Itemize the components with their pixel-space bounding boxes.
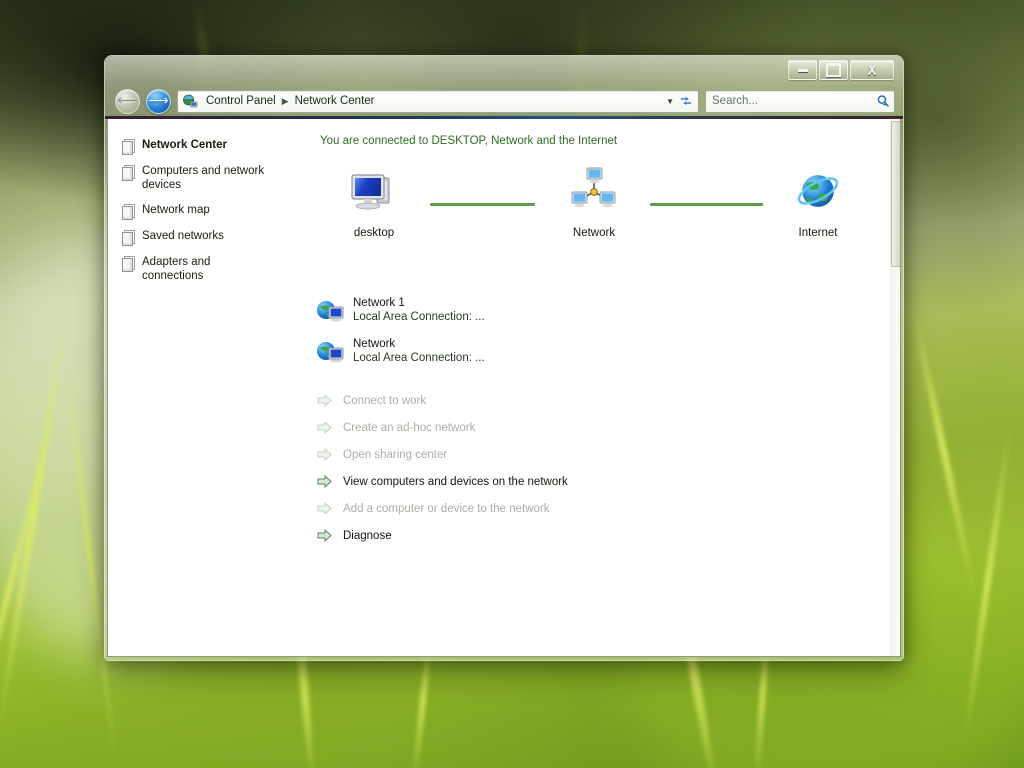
- vertical-scrollbar[interactable]: [890, 119, 900, 656]
- sidebar-item-adapters-and-connections[interactable]: Adapters and connections: [122, 255, 308, 283]
- page-icon: [122, 139, 135, 155]
- search-input[interactable]: [712, 95, 876, 107]
- address-bar-tools: ▼: [666, 94, 696, 108]
- network-node-internet[interactable]: Internet: [758, 163, 878, 239]
- sidebar: Network Center Computers and network dev…: [108, 119, 314, 656]
- arrow-right-icon: [317, 448, 332, 461]
- task-link-open-sharing-center[interactable]: Open sharing center: [314, 441, 900, 468]
- address-bar[interactable]: Control Panel ▶ Network Center ▼: [177, 89, 699, 113]
- back-button[interactable]: ⟵: [115, 88, 140, 114]
- window-caption-buttons: X: [788, 60, 894, 80]
- network-node-network[interactable]: Network: [534, 163, 654, 239]
- window-titlebar: X: [105, 56, 903, 86]
- connection-status-text: You are connected to DESKTOP, Network an…: [320, 135, 618, 147]
- task-link-diagnose[interactable]: Diagnose: [314, 522, 900, 549]
- arrow-right-icon: [317, 394, 332, 407]
- network-list-item-text: Network Local Area Connection: ...: [353, 338, 485, 365]
- task-link-label: Add a computer or device to the network: [343, 502, 550, 515]
- page-icon: [122, 230, 135, 246]
- sidebar-item-saved-networks[interactable]: Saved networks: [122, 229, 308, 246]
- maximize-button[interactable]: [819, 60, 848, 80]
- connection-link-network-internet: [650, 203, 763, 206]
- sidebar-item-network-center[interactable]: Network Center: [122, 138, 308, 155]
- sidebar-item-label: Saved networks: [142, 230, 224, 242]
- network-hub-icon: [534, 163, 654, 219]
- arrow-right-icon: [317, 421, 332, 434]
- network-list-item-text: Network 1 Local Area Connection: ...: [353, 297, 485, 324]
- sidebar-item-label: Computers and network devices: [142, 165, 265, 191]
- arrow-right-icon: [317, 475, 332, 488]
- network-detail: Local Area Connection: ...: [353, 351, 485, 364]
- back-arrow-icon: ⟵: [117, 93, 138, 109]
- task-link-label: Open sharing center: [343, 448, 448, 461]
- network-list-item[interactable]: Network Local Area Connection: ...: [314, 334, 900, 369]
- network-node-label: Network: [572, 227, 616, 239]
- sidebar-item-computers-and-network-devices[interactable]: Computers and network devices: [122, 164, 308, 192]
- network-detail: Local Area Connection: ...: [353, 310, 485, 323]
- computer-monitor-icon: [314, 163, 434, 219]
- network-node-label: desktop: [353, 227, 395, 239]
- sidebar-item-label: Adapters and connections: [142, 256, 211, 282]
- main-content: You are connected to DESKTOP, Network an…: [314, 119, 900, 656]
- chevron-down-icon[interactable]: ▼: [666, 97, 674, 106]
- network-center-window: X ⟵ ⟶ Control Panel ▶ Network Center ▼ S…: [105, 56, 903, 660]
- refresh-icon[interactable]: [679, 94, 693, 108]
- network-node-desktop[interactable]: desktop: [314, 163, 434, 239]
- arrow-right-icon: [317, 502, 332, 515]
- search-icon[interactable]: [876, 94, 890, 108]
- globe-internet-icon: [758, 163, 878, 219]
- network-globe-icon: [183, 94, 198, 107]
- forward-arrow-icon: ⟶: [148, 93, 169, 109]
- connection-link-desktop-network: [430, 203, 535, 206]
- breadcrumb-item-network-center[interactable]: Network Center: [292, 94, 378, 108]
- desktop-wallpaper: X ⟵ ⟶ Control Panel ▶ Network Center ▼ S…: [0, 0, 1024, 768]
- forward-button[interactable]: ⟶: [146, 88, 171, 114]
- network-connection-icon: [317, 300, 344, 322]
- network-connection-icon: [317, 341, 344, 363]
- task-link-label: Create an ad-hoc network: [343, 421, 476, 434]
- task-link-create-ad-hoc-network[interactable]: Create an ad-hoc network: [314, 414, 900, 441]
- minimize-button[interactable]: [788, 60, 817, 80]
- task-link-view-computers-and-devices[interactable]: View computers and devices on the networ…: [314, 468, 900, 495]
- network-map-diagram: desktop Network Internet: [314, 163, 900, 279]
- maximize-icon: [826, 63, 841, 77]
- arrow-right-icon: [317, 529, 332, 542]
- page-icon: [122, 204, 135, 220]
- page-icon: [122, 256, 135, 272]
- search-box[interactable]: [705, 89, 895, 113]
- sidebar-item-label: Network Center: [142, 139, 227, 151]
- task-link-list: Connect to work Create an ad-hoc network…: [314, 387, 900, 549]
- breadcrumb-separator-icon: ▶: [281, 95, 289, 106]
- task-link-add-computer-or-device[interactable]: Add a computer or device to the network: [314, 495, 900, 522]
- window-client-area: Network Center Computers and network dev…: [107, 119, 901, 657]
- scrollbar-thumb[interactable]: [891, 121, 900, 267]
- task-link-label: Connect to work: [343, 394, 427, 407]
- page-icon: [122, 165, 135, 181]
- task-link-connect-to-work[interactable]: Connect to work: [314, 387, 900, 414]
- breadcrumb-item-control-panel[interactable]: Control Panel: [203, 94, 279, 108]
- network-list: Network 1 Local Area Connection: ... Net…: [314, 293, 900, 369]
- navigation-toolbar: ⟵ ⟶ Control Panel ▶ Network Center ▼ Sea…: [105, 86, 903, 116]
- network-list-item[interactable]: Network 1 Local Area Connection: ...: [314, 293, 900, 328]
- close-button[interactable]: X: [850, 60, 894, 80]
- network-name: Network 1: [353, 297, 405, 309]
- task-link-label: View computers and devices on the networ…: [343, 475, 568, 488]
- close-icon: X: [867, 62, 877, 78]
- sidebar-item-label: Network map: [142, 204, 210, 216]
- minimize-icon: [797, 68, 808, 72]
- breadcrumb: Control Panel ▶ Network Center: [182, 94, 666, 109]
- sidebar-item-network-map[interactable]: Network map: [122, 203, 308, 220]
- network-name: Network: [353, 338, 396, 350]
- task-link-label: Diagnose: [343, 529, 392, 542]
- network-node-label: Internet: [798, 227, 838, 239]
